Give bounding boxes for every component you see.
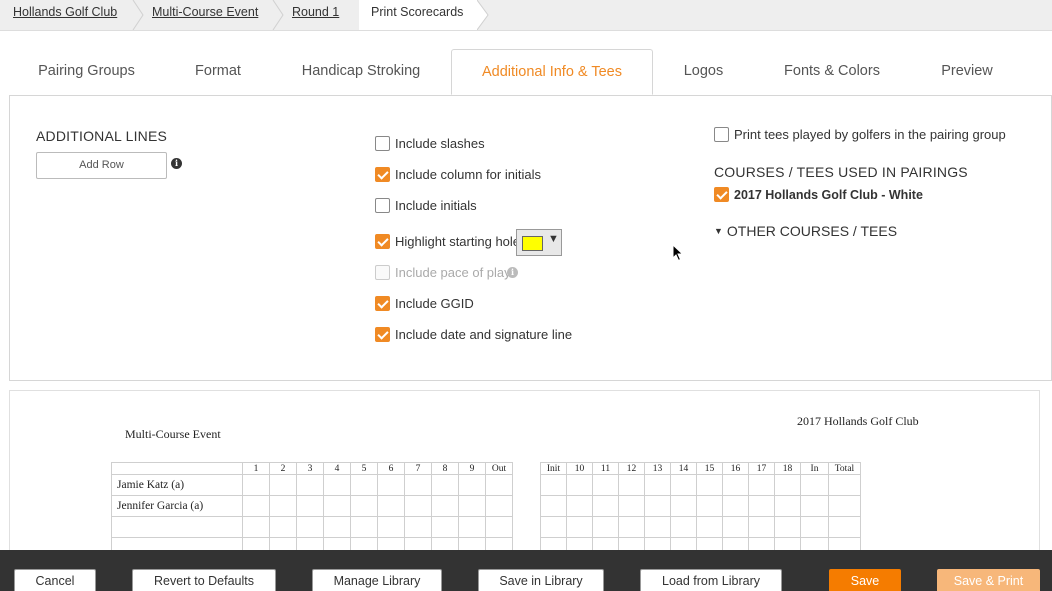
courses-tees-title: COURSES / TEES USED IN PAIRINGS xyxy=(714,164,968,180)
include-initials-column-checkbox[interactable] xyxy=(375,167,390,182)
back-header-cell: 12 xyxy=(618,462,645,475)
include-initials-label: Include initials xyxy=(395,198,477,213)
include-pace-of-play-checkbox xyxy=(375,265,390,280)
table-row: Jennifer Garcia (a) xyxy=(111,495,513,517)
table-row xyxy=(111,516,513,538)
tab-preview[interactable]: Preview xyxy=(910,49,1024,95)
table-row xyxy=(540,516,861,538)
player-name xyxy=(111,516,243,538)
scorecard-preview: Multi-Course Event 2017 Hollands Golf Cl… xyxy=(9,390,1040,560)
back-header-cell: 11 xyxy=(592,462,619,475)
additional-info-panel: ADDITIONAL LINES Add Row i Include slash… xyxy=(9,95,1052,381)
back-header-cell: 17 xyxy=(748,462,775,475)
tab-logos[interactable]: Logos xyxy=(653,49,754,95)
include-date-signature-checkbox[interactable] xyxy=(375,327,390,342)
course-label: 2017 Hollands Golf Club - White xyxy=(734,188,923,202)
player-name: Jennifer Garcia (a) xyxy=(111,495,243,517)
front-header-cell: 7 xyxy=(404,462,432,475)
front-header-cell: 6 xyxy=(377,462,405,475)
include-ggid-checkbox[interactable] xyxy=(375,296,390,311)
save-in-library-button[interactable]: Save in Library xyxy=(478,569,604,591)
add-row-button[interactable]: Add Row xyxy=(36,152,167,179)
front-header-cell: 9 xyxy=(458,462,486,475)
include-initials-column-label: Include column for initials xyxy=(395,167,541,182)
breadcrumb-link-event[interactable]: Multi-Course Event xyxy=(152,5,258,19)
tab-fonts-colors[interactable]: Fonts & Colors xyxy=(754,49,910,95)
course-checkbox[interactable] xyxy=(714,187,729,202)
back-header-cell: 14 xyxy=(670,462,697,475)
preview-event-name: Multi-Course Event xyxy=(125,427,221,441)
front-header-row: 1 2 3 4 5 6 7 8 9 Out xyxy=(111,462,513,475)
include-ggid-label: Include GGID xyxy=(395,296,474,311)
front-header-name xyxy=(111,462,243,475)
breadcrumb-item-round[interactable]: Round 1 xyxy=(292,0,339,30)
breadcrumb-separator xyxy=(132,0,144,30)
footer-toolbar: Cancel Revert to Defaults Manage Library… xyxy=(0,550,1052,591)
cancel-button[interactable]: Cancel xyxy=(14,569,96,591)
save-button[interactable]: Save xyxy=(829,569,901,591)
table-row xyxy=(540,495,861,517)
back-header-cell: 18 xyxy=(774,462,801,475)
front-nine-table: 1 2 3 4 5 6 7 8 9 Out Jamie Katz (a) Jen… xyxy=(111,462,513,559)
print-tees-checkbox[interactable] xyxy=(714,127,729,142)
save-print-button[interactable]: Save & Print xyxy=(937,569,1040,591)
back-header-cell: 16 xyxy=(722,462,749,475)
tab-format[interactable]: Format xyxy=(163,49,273,95)
dropdown-arrow-icon: ▼ xyxy=(548,233,559,245)
front-header-cell: Out xyxy=(485,462,513,475)
tab-additional-info-tees[interactable]: Additional Info & Tees xyxy=(451,49,653,95)
table-row: Jamie Katz (a) xyxy=(111,474,513,496)
back-header-cell: In xyxy=(800,462,829,475)
pace-info-icon[interactable]: i xyxy=(507,267,518,278)
include-slashes-label: Include slashes xyxy=(395,136,485,151)
back-header-cell: 15 xyxy=(696,462,723,475)
breadcrumb-current-label: Print Scorecards xyxy=(371,5,464,19)
caret-down-icon: ▼ xyxy=(714,226,723,236)
breadcrumb-link-club[interactable]: Hollands Golf Club xyxy=(13,5,117,19)
include-date-signature-label: Include date and signature line xyxy=(395,327,573,342)
front-header-cell: 8 xyxy=(431,462,459,475)
info-icon[interactable]: i xyxy=(171,158,182,169)
include-slashes-checkbox[interactable] xyxy=(375,136,390,151)
load-from-library-button[interactable]: Load from Library xyxy=(640,569,782,591)
back-header-cell: Total xyxy=(828,462,861,475)
front-header-cell: 2 xyxy=(269,462,297,475)
front-header-cell: 5 xyxy=(350,462,378,475)
tab-handicap-stroking[interactable]: Handicap Stroking xyxy=(273,49,449,95)
front-header-cell: 3 xyxy=(296,462,324,475)
preview-club-name: 2017 Hollands Golf Club xyxy=(797,414,919,428)
breadcrumb: Hollands Golf Club Multi-Course Event Ro… xyxy=(0,0,1052,31)
breadcrumb-link-round[interactable]: Round 1 xyxy=(292,5,339,19)
breadcrumb-item-club[interactable]: Hollands Golf Club xyxy=(13,0,117,30)
print-tees-label: Print tees played by golfers in the pair… xyxy=(734,127,1006,142)
breadcrumb-separator xyxy=(272,0,284,30)
highlight-starting-hole-label: Highlight starting hole xyxy=(395,234,521,249)
mouse-cursor-icon xyxy=(672,243,684,267)
front-header-cell: 4 xyxy=(323,462,351,475)
breadcrumb-current: Print Scorecards xyxy=(359,0,477,30)
back-header-cell: 13 xyxy=(644,462,671,475)
player-name: Jamie Katz (a) xyxy=(111,474,243,496)
include-initials-checkbox[interactable] xyxy=(375,198,390,213)
color-swatch xyxy=(522,236,543,251)
breadcrumb-separator xyxy=(477,0,489,30)
table-row xyxy=(540,474,861,496)
settings-tabs: Pairing Groups Format Handicap Stroking … xyxy=(10,49,1052,95)
back-header-cell: Init xyxy=(540,462,567,475)
other-courses-toggle[interactable]: ▼ OTHER COURSES / TEES xyxy=(714,223,897,239)
breadcrumb-item-event[interactable]: Multi-Course Event xyxy=(152,0,258,30)
back-header-row: Init 10 11 12 13 14 15 16 17 18 In Total xyxy=(540,462,861,475)
front-header-cell: 1 xyxy=(242,462,270,475)
highlight-color-picker[interactable]: ▼ xyxy=(516,229,562,256)
tab-pairing-groups[interactable]: Pairing Groups xyxy=(10,49,163,95)
additional-lines-title: ADDITIONAL LINES xyxy=(36,128,168,144)
highlight-starting-hole-checkbox[interactable] xyxy=(375,234,390,249)
other-courses-label: OTHER COURSES / TEES xyxy=(726,223,898,239)
back-header-cell: 10 xyxy=(566,462,593,475)
back-nine-table: Init 10 11 12 13 14 15 16 17 18 In Total xyxy=(540,462,861,559)
manage-library-button[interactable]: Manage Library xyxy=(312,569,442,591)
include-pace-of-play-label: Include pace of play xyxy=(395,265,511,280)
revert-defaults-button[interactable]: Revert to Defaults xyxy=(132,569,276,591)
